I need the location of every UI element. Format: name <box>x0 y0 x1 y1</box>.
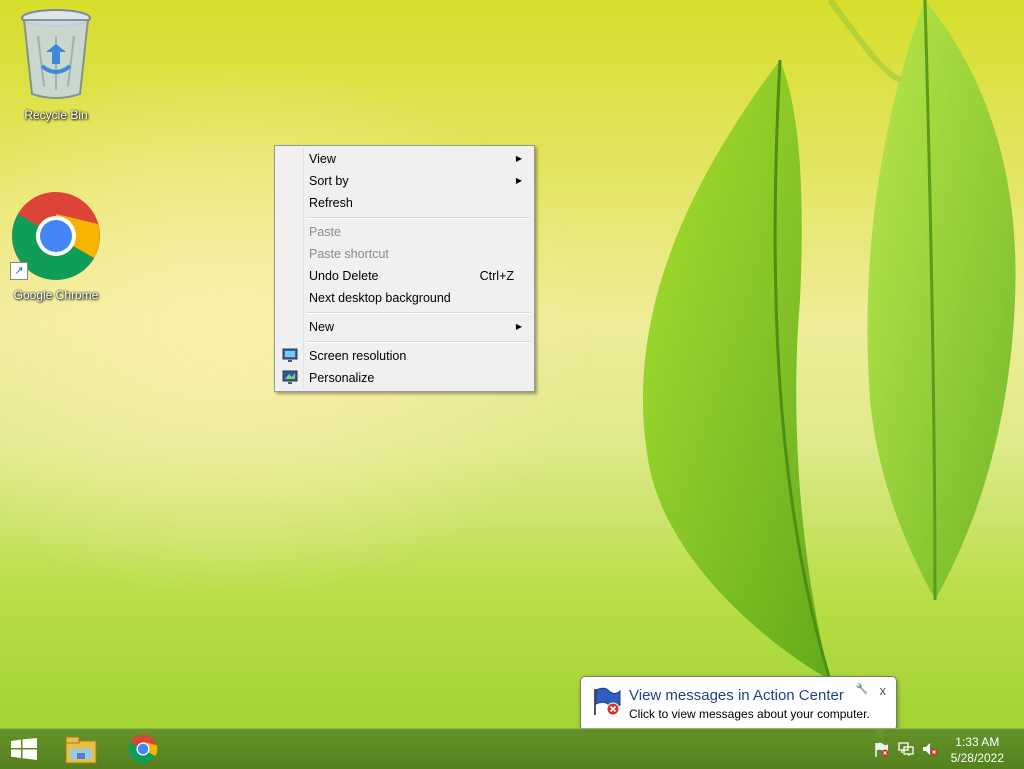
clock-date: 5/28/2022 <box>950 751 1004 765</box>
recycle-bin-label: Recycle Bin <box>24 108 88 122</box>
taskbar-file-explorer[interactable] <box>56 729 112 769</box>
menu-item-sort-by[interactable]: Sort by ▶ <box>277 170 532 192</box>
menu-item-new[interactable]: New ▶ <box>277 316 532 338</box>
action-center-notification[interactable]: View messages in Action Center Click to … <box>580 676 897 743</box>
file-explorer-icon <box>65 736 97 764</box>
taskbar: 1:33 AM 5/28/2022 <box>0 728 1024 769</box>
chrome-icon <box>128 734 158 764</box>
taskbar-clock[interactable]: 1:33 AM 5/28/2022 <box>951 734 1004 766</box>
shortcut-arrow-icon: ↗ <box>10 262 28 280</box>
recycle-bin-icon <box>21 9 91 99</box>
screen-resolution-icon <box>282 348 298 362</box>
menu-separator <box>306 312 530 314</box>
close-icon[interactable]: x <box>880 683 887 698</box>
notification-body: Click to view messages about your comput… <box>629 707 870 721</box>
menu-item-screen-resolution[interactable]: Screen resolution <box>277 345 532 367</box>
start-button[interactable] <box>0 729 56 769</box>
submenu-arrow-icon: ▶ <box>515 176 522 185</box>
desktop-icon-google-chrome[interactable]: ↗ Google Chrome <box>8 190 104 302</box>
menu-item-view[interactable]: View ▶ <box>277 148 532 170</box>
menu-item-personalize[interactable]: Personalize <box>277 367 532 389</box>
menu-separator <box>306 217 530 219</box>
volume-muted-icon[interactable] <box>922 741 938 757</box>
personalize-icon <box>282 370 298 384</box>
google-chrome-label: Google Chrome <box>13 288 99 302</box>
desktop-icon-recycle-bin[interactable]: Recycle Bin <box>8 6 104 122</box>
taskbar-chrome[interactable] <box>116 729 172 769</box>
action-center-flag-icon <box>594 687 621 716</box>
options-wrench-icon[interactable]: 🔧 <box>856 684 868 695</box>
menu-separator <box>306 341 530 343</box>
network-icon[interactable] <box>898 741 914 757</box>
action-center-flag-icon[interactable] <box>874 741 890 757</box>
menu-item-paste: Paste <box>309 225 341 239</box>
menu-item-paste-shortcut: Paste shortcut <box>309 247 389 261</box>
menu-item-next-desktop-background[interactable]: Next desktop background <box>277 287 532 309</box>
clock-time: 1:33 AM <box>955 735 1000 749</box>
shortcut-text: Ctrl+Z <box>479 269 514 283</box>
submenu-arrow-icon: ▶ <box>515 154 522 163</box>
submenu-arrow-icon: ▶ <box>515 322 522 331</box>
notification-title: View messages in Action Center <box>629 687 844 704</box>
desktop-context-menu: View ▶ Sort by ▶ Refresh Paste Paste sho… <box>274 145 535 392</box>
menu-item-refresh[interactable]: Refresh <box>277 192 532 214</box>
menu-item-undo-delete[interactable]: Undo Delete Ctrl+Z <box>277 265 532 287</box>
windows-logo-icon <box>11 738 37 760</box>
